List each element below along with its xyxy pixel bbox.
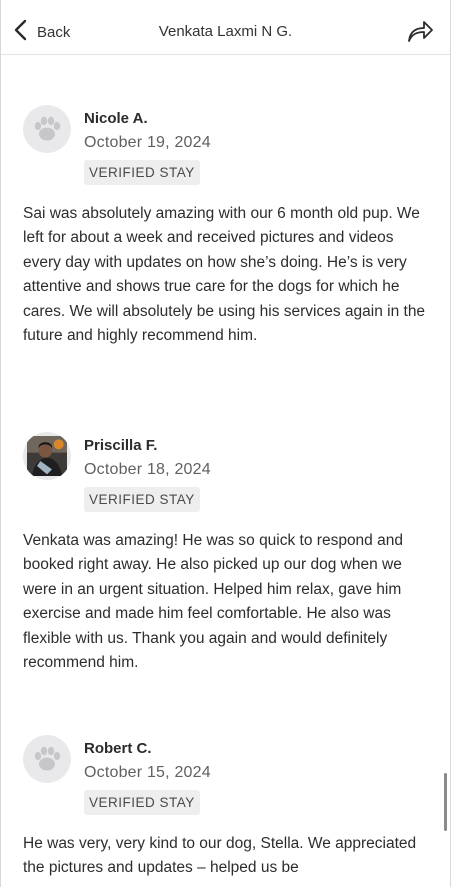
review-text: Venkata was amazing! He was so quick to …	[23, 532, 403, 672]
profile-photo	[27, 436, 67, 476]
reviewer-name: Robert C.	[84, 740, 152, 757]
verified-stay-badge: VERIFIED STAY	[84, 160, 200, 185]
avatar	[23, 735, 71, 783]
review-text: He was very, very kind to our dog, Stell…	[23, 835, 417, 877]
review-date: October 18, 2024	[84, 461, 211, 478]
review-date: October 15, 2024	[84, 764, 211, 781]
verified-stay-badge: VERIFIED STAY	[84, 790, 200, 815]
paw-icon	[34, 746, 61, 771]
avatar	[23, 105, 71, 153]
scrollbar[interactable]	[444, 773, 447, 831]
avatar	[23, 432, 71, 480]
share-button[interactable]	[406, 18, 434, 44]
share-arrow-icon	[408, 21, 433, 42]
review-date: October 19, 2024	[84, 134, 211, 151]
paw-icon	[34, 116, 61, 141]
top-nav-bar: Back Venkata Laxmi N G.	[1, 0, 450, 55]
verified-stay-badge: VERIFIED STAY	[84, 487, 200, 512]
review-screen: Back Venkata Laxmi N G. Nicole A. Octobe…	[0, 0, 451, 887]
reviewer-name: Priscilla F.	[84, 437, 158, 454]
reviewer-name: Nicole A.	[84, 110, 148, 127]
page-title: Venkata Laxmi N G.	[158, 23, 293, 40]
review-text: Sai was absolutely amazing with our 6 mo…	[23, 205, 426, 345]
